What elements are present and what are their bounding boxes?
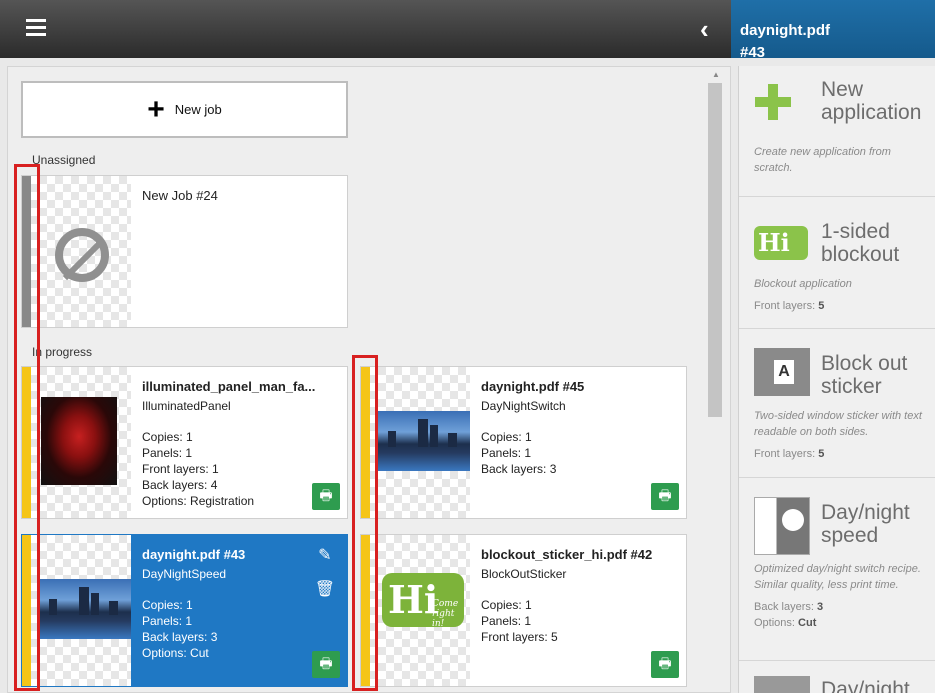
printer-icon: 🖶 <box>658 654 672 671</box>
plus-icon: + <box>147 92 165 126</box>
job-detail: Options: Registration <box>142 494 255 508</box>
app-title: Day/night speed <box>821 501 910 547</box>
selected-job-header: daynight.pdf #43 <box>731 0 935 58</box>
scroll-up-arrow-icon[interactable]: ▲ <box>712 70 720 79</box>
app-title: Day/night <box>821 678 910 693</box>
app-description: Blockout application <box>754 278 852 290</box>
app-meta: Front layers: 5 <box>754 300 825 312</box>
city-skyline-image <box>378 411 470 471</box>
app-description: Create new application from scratch. <box>754 146 891 174</box>
job-card-unassigned[interactable]: New Job #24 <box>21 175 348 328</box>
job-detail: Front layers: 5 <box>481 630 558 644</box>
job-detail: Back layers: 4 <box>142 478 218 492</box>
hi-logo-icon: Hi <box>754 220 812 268</box>
job-detail: Options: Cut <box>142 646 209 660</box>
printer-icon: 🖶 <box>319 654 333 671</box>
section-unassigned: Unassigned <box>32 153 96 167</box>
print-button[interactable]: 🖶 <box>651 483 679 510</box>
printer-icon: 🖶 <box>319 486 333 503</box>
job-name: blockout_sticker_hi.pdf #42 <box>481 547 653 562</box>
job-name: daynight.pdf #45 <box>481 379 585 394</box>
job-card-illuminated-panel[interactable]: illuminated_panel_man_fa... IlluminatedP… <box>21 366 348 519</box>
new-job-label: New job <box>174 102 222 117</box>
section-in-progress: In progress <box>32 345 93 359</box>
app-block-out-sticker[interactable]: A Block out sticker Two-sided window sti… <box>739 330 935 478</box>
highlight-box-right <box>352 355 378 691</box>
block-out-sticker-icon: A <box>754 348 812 396</box>
chevron-left-icon[interactable]: ‹ <box>700 14 709 45</box>
job-name: illuminated_panel_man_fa... <box>142 379 316 394</box>
job-detail: Copies: 1 <box>142 430 193 444</box>
print-button[interactable]: 🖶 <box>312 483 340 510</box>
job-thumbnail <box>31 176 131 327</box>
day-night-icon <box>754 676 812 693</box>
job-application: IlluminatedPanel <box>142 399 231 413</box>
app-description: Two-sided window sticker with text reada… <box>754 410 922 438</box>
hamburger-menu-icon[interactable] <box>26 19 46 37</box>
job-name: daynight.pdf #43 <box>142 547 246 562</box>
app-title: New application <box>821 78 922 124</box>
job-thumbnail: Hi Come right in! <box>370 535 470 686</box>
job-card-blockout-sticker[interactable]: Hi Come right in! blockout_sticker_hi.pd… <box>360 534 687 687</box>
app-new-application[interactable]: New application Create new application f… <box>739 66 935 197</box>
job-application: DayNightSpeed <box>142 567 227 581</box>
app-title: 1-sided blockout <box>821 220 900 266</box>
highlight-box-left <box>14 164 40 691</box>
job-detail: Panels: 1 <box>142 614 193 628</box>
job-detail: Copies: 1 <box>481 598 532 612</box>
portrait-image <box>41 397 117 485</box>
app-meta: Back layers: 3 Options: Cut <box>754 601 824 629</box>
app-1-sided-blockout[interactable]: Hi 1-sided blockout Blockout application… <box>739 198 935 329</box>
app-description: Optimized day/night switch recipe. Simil… <box>754 563 921 591</box>
job-application: DayNightSwitch <box>481 399 566 413</box>
applications-panel: New application Create new application f… <box>738 66 935 693</box>
selected-job-file: daynight.pdf <box>740 22 830 39</box>
top-bar: ‹ <box>0 0 731 58</box>
app-meta: Front layers: 5 <box>754 448 825 460</box>
hi-logo-image: Hi Come right in! <box>382 573 464 629</box>
job-detail: Front layers: 1 <box>142 462 219 476</box>
city-skyline-image <box>39 579 131 639</box>
job-application: BlockOutSticker <box>481 567 567 581</box>
job-detail: Back layers: 3 <box>142 630 218 644</box>
scrollbar-thumb[interactable] <box>708 83 722 417</box>
job-thumbnail <box>31 535 131 686</box>
job-detail: Panels: 1 <box>481 614 532 628</box>
selected-job-number: #43 <box>740 44 766 58</box>
print-button[interactable]: 🖶 <box>312 651 340 678</box>
job-thumbnail <box>370 367 470 518</box>
plus-icon <box>754 78 812 126</box>
print-button[interactable]: 🖶 <box>651 651 679 678</box>
job-detail: Panels: 1 <box>142 446 193 460</box>
edit-pencil-icon[interactable]: ✎ <box>315 545 335 565</box>
printer-icon: 🖶 <box>658 486 672 503</box>
delete-trash-icon[interactable]: 🗑 <box>315 579 335 599</box>
job-detail: Copies: 1 <box>142 598 193 612</box>
day-night-speed-icon <box>754 497 812 555</box>
no-image-icon <box>55 228 109 282</box>
job-detail: Panels: 1 <box>481 446 532 460</box>
job-name: New Job #24 <box>142 188 218 203</box>
job-thumbnail <box>31 367 131 518</box>
job-card-daynight-45[interactable]: daynight.pdf #45 DayNightSwitch Copies: … <box>360 366 687 519</box>
job-detail: Copies: 1 <box>481 430 532 444</box>
app-day-night[interactable]: Day/night <box>739 662 935 693</box>
job-card-daynight-43[interactable]: daynight.pdf #43 DayNightSpeed Copies: 1… <box>21 534 348 687</box>
job-detail: Back layers: 3 <box>481 462 557 476</box>
app-title: Block out sticker <box>821 352 908 398</box>
app-day-night-speed[interactable]: Day/night speed Optimized day/night swit… <box>739 479 935 661</box>
new-job-button[interactable]: + New job <box>21 81 348 138</box>
